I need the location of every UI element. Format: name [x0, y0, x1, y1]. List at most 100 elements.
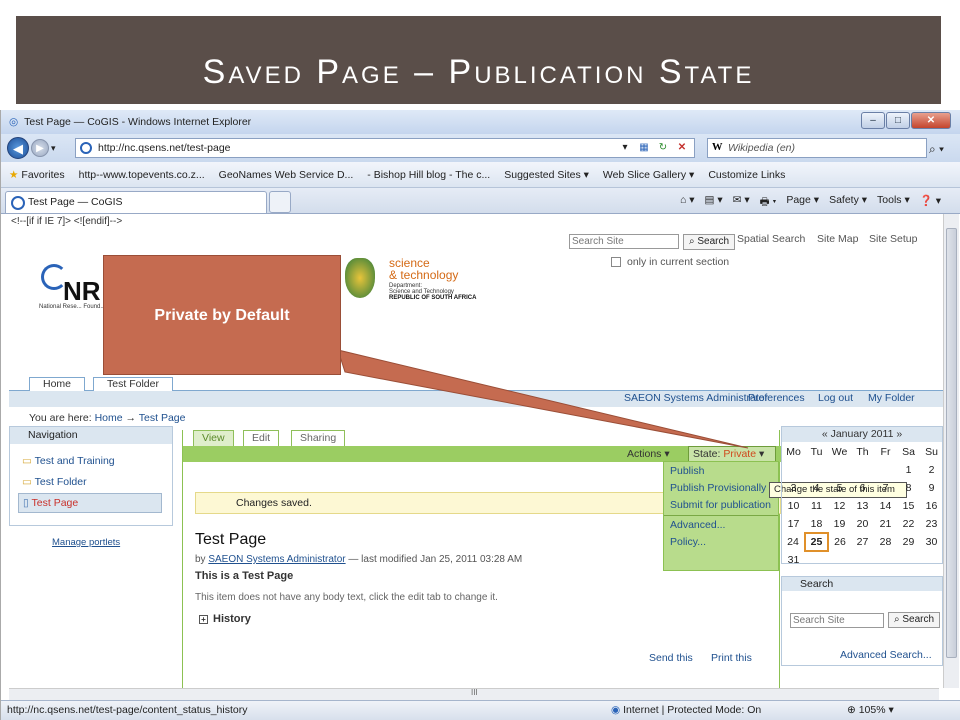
portal-tab-test-folder[interactable]: Test Folder — [93, 377, 173, 391]
breadcrumb-test-page[interactable]: Test Page — [139, 412, 186, 424]
calendar-day[interactable]: 19 — [828, 515, 851, 533]
calendar-day[interactable]: 12 — [828, 497, 851, 515]
menu-publish-provisionally[interactable]: Publish Provisionally — [670, 482, 766, 494]
logout-link[interactable]: Log out — [818, 392, 853, 404]
calendar-day[interactable]: 26 — [828, 533, 851, 551]
compatibility-icon[interactable]: ▦ — [636, 140, 652, 156]
content-tab-view[interactable]: View — [193, 430, 234, 446]
zoom-control[interactable]: ⊕ 105% ▾ — [847, 701, 894, 719]
menu-policy[interactable]: Policy... — [670, 536, 706, 548]
byline-author-link[interactable]: SAEON Systems Administrator — [208, 554, 345, 565]
content-tab-edit[interactable]: Edit — [243, 430, 280, 446]
favorite-bishop-hill[interactable]: - Bishop Hill blog - The c... — [367, 169, 490, 181]
calendar-day[interactable]: 18 — [805, 515, 828, 533]
forward-arrow-icon[interactable]: ▶ — [31, 139, 49, 157]
calendar-day[interactable]: 28 — [874, 533, 897, 551]
calendar-day[interactable]: 31 — [782, 551, 805, 569]
refresh-icon[interactable]: ↻ — [655, 140, 671, 156]
calendar-day[interactable]: 10 — [782, 497, 805, 515]
portal-tab-home[interactable]: Home — [29, 377, 85, 391]
user-name-link[interactable]: SAEON Systems Administrator — [624, 392, 768, 404]
horizontal-scrollbar[interactable]: III — [9, 688, 939, 700]
only-section-checkbox[interactable] — [611, 257, 621, 267]
feeds-icon[interactable]: ▤ ▾ — [705, 194, 723, 212]
portlet-search-input[interactable]: Search Site — [790, 613, 884, 628]
calendar-day[interactable]: 16 — [920, 497, 943, 515]
calendar-day[interactable]: 21 — [874, 515, 897, 533]
top-link-spatial-search[interactable]: Spatial Search — [737, 233, 805, 245]
calendar-day[interactable]: 4 — [805, 479, 828, 497]
menu-publish[interactable]: Publish — [670, 465, 704, 477]
tab-test-page[interactable]: Test Page — CoGIS — [5, 191, 267, 213]
nav-item-test-and-training[interactable]: ▭ Test and Training — [22, 455, 115, 467]
calendar-day[interactable]: 29 — [897, 533, 920, 551]
calendar-day[interactable]: 1 — [897, 461, 920, 479]
print-this-link[interactable]: Print this — [711, 652, 752, 664]
tools-menu[interactable]: Tools ▾ — [877, 194, 910, 212]
preferences-link[interactable]: Preferences — [748, 392, 805, 404]
site-search-button[interactable]: ⌕ Search — [683, 234, 735, 250]
print-icon[interactable]: 🖶 ▾ — [760, 194, 777, 212]
customize-links[interactable]: Customize Links — [708, 169, 785, 181]
history-toggle[interactable]: + History — [199, 613, 251, 625]
address-dropdown-icon[interactable]: ▾ — [617, 140, 633, 156]
vertical-scrollbar[interactable] — [943, 214, 959, 688]
favorite-geonames[interactable]: GeoNames Web Service D... — [219, 169, 354, 181]
close-window-button[interactable]: ✕ — [911, 112, 951, 129]
calendar-day[interactable]: 13 — [851, 497, 874, 515]
calendar-today[interactable]: 25 — [804, 532, 829, 552]
calendar-day[interactable]: 14 — [874, 497, 897, 515]
content-tab-sharing[interactable]: Sharing — [291, 430, 346, 446]
calendar-day[interactable]: 30 — [920, 533, 943, 551]
calendar-day[interactable]: 20 — [851, 515, 874, 533]
address-input[interactable]: http://nc.qsens.net/test-page ▾ ▦ ↻ ✕ — [75, 138, 695, 158]
portlet-search-button[interactable]: ⌕ Search — [888, 612, 940, 628]
calendar-day[interactable]: 27 — [851, 533, 874, 551]
safety-menu[interactable]: Safety ▾ — [829, 194, 867, 212]
favorite-topevents[interactable]: http--www.topevents.co.z... — [79, 169, 205, 181]
calendar-day[interactable]: 6 — [851, 479, 874, 497]
new-tab-button[interactable] — [269, 191, 291, 213]
back-arrow-icon[interactable]: ◀ — [7, 137, 29, 159]
menu-advanced[interactable]: Advanced... — [670, 519, 725, 531]
state-menu[interactable]: State: Private ▾ — [688, 446, 776, 462]
page-menu[interactable]: Page ▾ — [786, 194, 819, 212]
calendar-day[interactable]: 3 — [782, 479, 805, 497]
site-search-input[interactable]: Search Site — [569, 234, 679, 249]
send-this-link[interactable]: Send this — [649, 652, 693, 664]
search-icon[interactable]: ⌕ ▾ — [929, 142, 944, 157]
actions-menu[interactable]: Actions ▾ — [627, 448, 670, 460]
home-icon[interactable]: ⌂ ▾ — [680, 194, 695, 212]
calendar-day[interactable]: 22 — [897, 515, 920, 533]
maximize-button[interactable]: □ — [886, 112, 910, 129]
calendar-day[interactable]: 11 — [805, 497, 828, 515]
web-slice-gallery[interactable]: Web Slice Gallery ▾ — [603, 169, 694, 181]
advanced-search-link[interactable]: Advanced Search... — [840, 649, 932, 661]
calendar-day[interactable]: 15 — [897, 497, 920, 515]
help-icon[interactable]: ❓ ▾ — [920, 194, 941, 212]
suggested-sites[interactable]: Suggested Sites ▾ — [504, 169, 589, 181]
calendar-day[interactable]: 9 — [920, 479, 943, 497]
menu-submit-for-publication[interactable]: Submit for publication — [670, 499, 771, 511]
calendar-title[interactable]: « January 2011 » — [782, 427, 942, 442]
stop-icon[interactable]: ✕ — [674, 140, 690, 156]
calendar-day[interactable]: 5 — [828, 479, 851, 497]
favorites-button[interactable]: ★ Favorites — [9, 169, 65, 181]
calendar-day[interactable]: 8 — [897, 479, 920, 497]
breadcrumb-home[interactable]: Home — [95, 412, 123, 424]
calendar-day[interactable]: 7 — [874, 479, 897, 497]
calendar-day[interactable]: 17 — [782, 515, 805, 533]
minimize-button[interactable]: – — [861, 112, 885, 129]
nav-item-test-page[interactable]: ▯ Test Page — [18, 493, 162, 513]
top-link-site-map[interactable]: Site Map — [817, 233, 858, 245]
nav-item-test-folder[interactable]: ▭ Test Folder — [22, 476, 87, 488]
search-engine-input[interactable]: W Wikipedia (en) — [707, 138, 927, 158]
calendar-day[interactable]: 24 — [782, 533, 805, 551]
top-link-site-setup[interactable]: Site Setup — [869, 233, 917, 245]
mail-icon[interactable]: ✉ ▾ — [733, 194, 750, 212]
my-folder-link[interactable]: My Folder — [868, 392, 915, 404]
manage-portlets-link[interactable]: Manage portlets — [52, 537, 120, 548]
calendar-day[interactable]: 23 — [920, 515, 943, 533]
history-dropdown-icon[interactable]: ▾ — [51, 143, 56, 154]
calendar-day[interactable]: 2 — [920, 461, 943, 479]
